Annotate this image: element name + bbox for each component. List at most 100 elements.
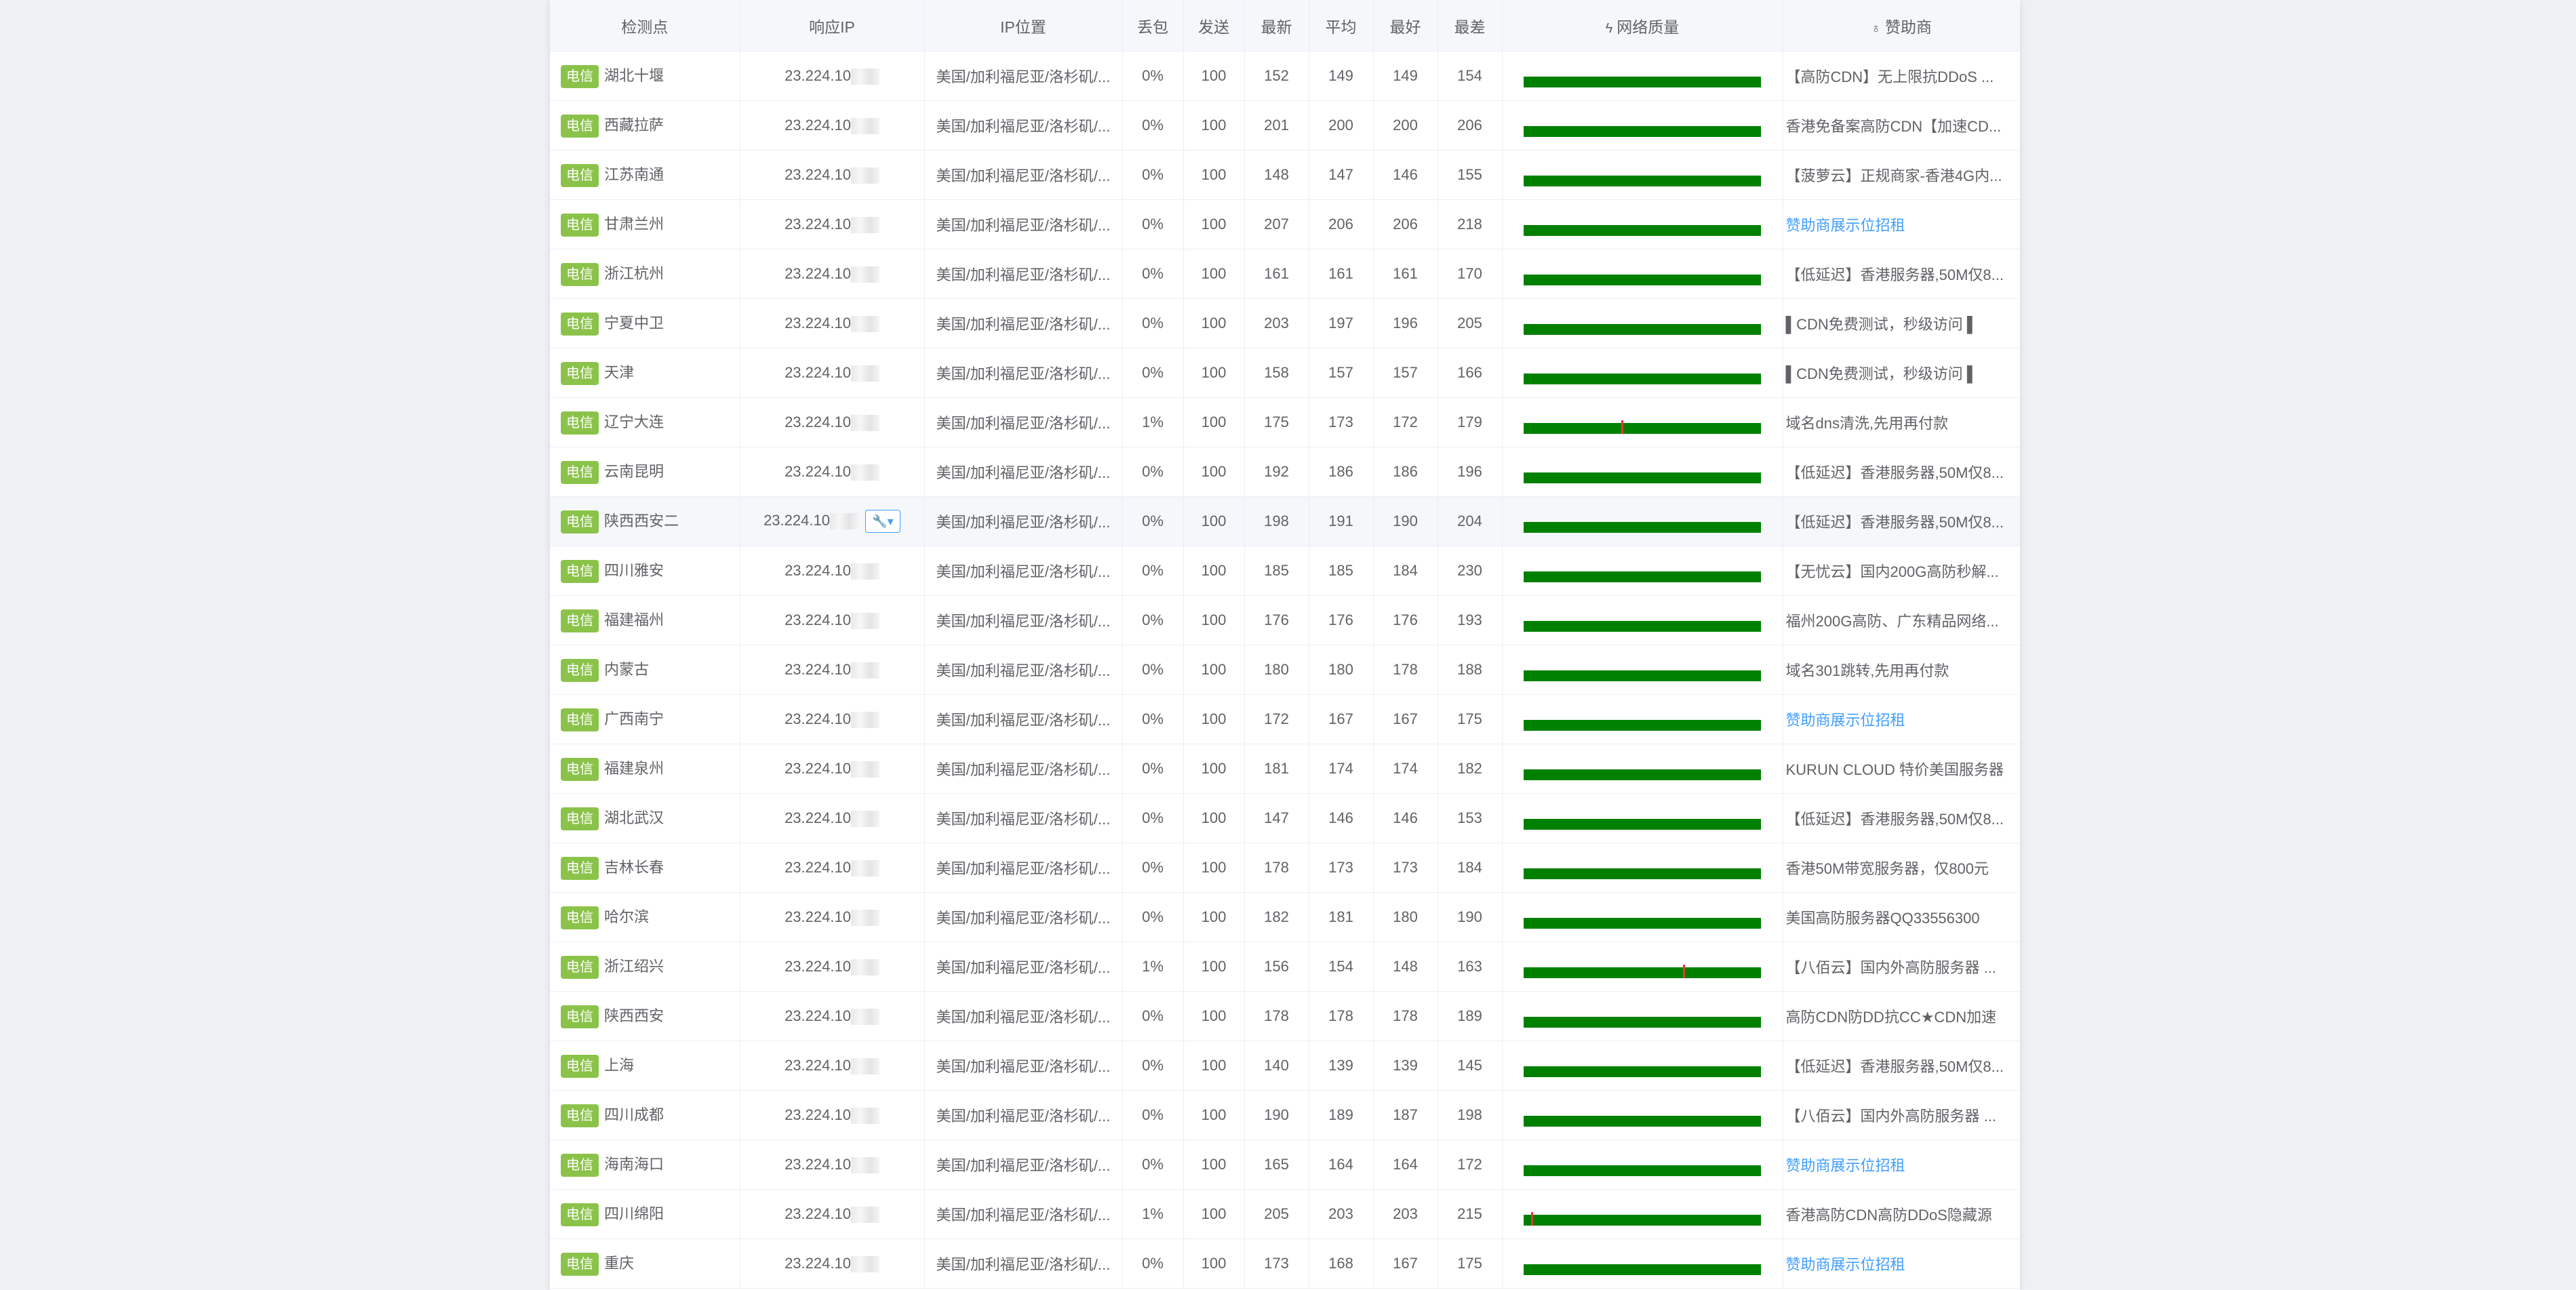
sponsor-text[interactable]: ▌CDN免费测试，秒级访问 ▌ bbox=[1786, 365, 1978, 382]
quality-bar[interactable] bbox=[1524, 569, 1761, 582]
quality-bar[interactable] bbox=[1524, 470, 1761, 483]
sponsor-link[interactable]: 赞助商展示位招租 bbox=[1786, 712, 1905, 729]
sponsor-link[interactable]: 赞助商展示位招租 bbox=[1786, 217, 1905, 234]
quality-cell[interactable] bbox=[1502, 744, 1783, 794]
sponsor-link[interactable]: 赞助商展示位招租 bbox=[1786, 1256, 1905, 1273]
sponsor-text[interactable]: 【低延迟】香港服务器,50M仅8... bbox=[1786, 266, 2004, 283]
sponsor-text[interactable]: 【低延迟】香港服务器,50M仅8... bbox=[1786, 811, 2004, 828]
quality-bar[interactable] bbox=[1524, 816, 1761, 830]
quality-bar[interactable] bbox=[1524, 1262, 1761, 1275]
sponsor-text[interactable]: 【低延迟】香港服务器,50M仅8... bbox=[1786, 514, 2004, 531]
quality-cell[interactable] bbox=[1502, 298, 1783, 348]
header-quality[interactable]: ϟ 网络质量 bbox=[1502, 0, 1783, 52]
quality-bar[interactable] bbox=[1524, 866, 1761, 879]
table-row[interactable]: 电信 辽宁大连 23.224.10 美国/加利福尼亚/洛杉矶/... 1% 100 175 1… bbox=[550, 397, 2020, 447]
quality-bar[interactable] bbox=[1524, 767, 1761, 780]
quality-cell[interactable] bbox=[1502, 1140, 1783, 1190]
quality-bar[interactable] bbox=[1524, 668, 1761, 681]
table-row[interactable]: 电信 湖北武汉 23.224.10 美国/加利福尼亚/洛杉矶/... 0% 100 147 1… bbox=[550, 793, 2020, 843]
quality-cell[interactable] bbox=[1502, 942, 1783, 992]
table-row[interactable]: 电信 福建福州 23.224.10 美国/加利福尼亚/洛杉矶/... 0% 100 176 1… bbox=[550, 595, 2020, 645]
sponsor-text[interactable]: 域名301跳转,先用再付款 bbox=[1786, 662, 1949, 679]
quality-bar[interactable] bbox=[1524, 1163, 1761, 1176]
quality-cell[interactable] bbox=[1502, 150, 1783, 200]
quality-cell[interactable] bbox=[1502, 496, 1783, 546]
quality-bar[interactable] bbox=[1524, 123, 1761, 137]
quality-cell[interactable] bbox=[1502, 546, 1783, 596]
header-sponsor[interactable]: ♁ 赞助商 bbox=[1783, 0, 2020, 52]
quality-bar[interactable] bbox=[1524, 420, 1761, 434]
wrench-dropdown-icon[interactable]: 🔧▾ bbox=[865, 510, 900, 533]
sponsor-text[interactable]: 福州200G高防、广东精品网络... bbox=[1786, 613, 1999, 630]
header-sent[interactable]: 发送 bbox=[1183, 0, 1245, 52]
sponsor-text[interactable]: KURUN CLOUD 特价美国服务器 bbox=[1786, 761, 2004, 778]
quality-bar[interactable] bbox=[1524, 717, 1761, 731]
quality-cell[interactable] bbox=[1502, 447, 1783, 497]
table-row[interactable]: 电信 江苏南通 23.224.10 美国/加利福尼亚/洛杉矶/... 0% 100 148 1… bbox=[550, 150, 2020, 200]
table-row[interactable]: 电信 重庆 23.224.10 美国/加利福尼亚/洛杉矶/... 0% 100 173 168… bbox=[550, 1238, 2020, 1289]
sponsor-text[interactable]: 【无忧云】国内200G高防秒解... bbox=[1786, 563, 1999, 580]
table-row[interactable]: 电信 云南昆明 23.224.10 美国/加利福尼亚/洛杉矶/... 0% 100 192 1… bbox=[550, 447, 2020, 497]
quality-cell[interactable] bbox=[1502, 51, 1783, 101]
quality-cell[interactable] bbox=[1502, 892, 1783, 942]
quality-bar[interactable] bbox=[1524, 1064, 1761, 1077]
header-loss[interactable]: 丢包 bbox=[1122, 0, 1184, 52]
table-row[interactable]: 电信 陕西西安二 23.224.10 🔧▾ 美国/加利福尼亚/洛杉矶/... 0% 100 1… bbox=[550, 496, 2020, 546]
table-row[interactable]: 电信 宁夏中卫 23.224.10 美国/加利福尼亚/洛杉矶/... 0% 100 203 1… bbox=[550, 298, 2020, 348]
quality-bar[interactable] bbox=[1524, 915, 1761, 929]
table-row[interactable]: 电信 甘肃兰州 23.224.10 美国/加利福尼亚/洛杉矶/... 0% 100 207 2… bbox=[550, 199, 2020, 249]
quality-cell[interactable] bbox=[1502, 843, 1783, 893]
sponsor-text[interactable]: 香港50M带宽服务器，仅800元 bbox=[1786, 860, 1989, 877]
quality-cell[interactable] bbox=[1502, 1189, 1783, 1239]
quality-bar[interactable] bbox=[1524, 371, 1761, 384]
table-row[interactable]: 电信 内蒙古 23.224.10 美国/加利福尼亚/洛杉矶/... 0% 100 180 18… bbox=[550, 645, 2020, 695]
table-row[interactable]: 电信 四川成都 23.224.10 美国/加利福尼亚/洛杉矶/... 0% 100 190 1… bbox=[550, 1090, 2020, 1140]
sponsor-text[interactable]: 美国高防服务器QQ33556300 bbox=[1786, 910, 1980, 927]
sponsor-text[interactable]: 【八佰云】国内外高防服务器 ... bbox=[1786, 1108, 1996, 1125]
quality-cell[interactable] bbox=[1502, 645, 1783, 695]
quality-cell[interactable] bbox=[1502, 991, 1783, 1041]
quality-cell[interactable] bbox=[1502, 1238, 1783, 1289]
sponsor-text[interactable]: 高防CDN防DD抗CC★CDN加速 bbox=[1786, 1009, 1997, 1026]
quality-bar[interactable] bbox=[1524, 321, 1761, 335]
quality-cell[interactable] bbox=[1502, 1090, 1783, 1140]
table-row[interactable]: 电信 四川绵阳 23.224.10 美国/加利福尼亚/洛杉矶/... 1% 100 205 2… bbox=[550, 1189, 2020, 1239]
table-row[interactable]: 电信 西藏拉萨 23.224.10 美国/加利福尼亚/洛杉矶/... 0% 100 201 2… bbox=[550, 100, 2020, 150]
quality-bar[interactable] bbox=[1524, 519, 1761, 533]
quality-cell[interactable] bbox=[1502, 348, 1783, 398]
sponsor-link[interactable]: 赞助商展示位招租 bbox=[1786, 1157, 1905, 1174]
quality-bar[interactable] bbox=[1524, 1212, 1761, 1226]
table-row[interactable]: 电信 四川雅安 23.224.10 美国/加利福尼亚/洛杉矶/... 0% 100 185 1… bbox=[550, 546, 2020, 596]
header-avg[interactable]: 平均 bbox=[1309, 0, 1374, 52]
quality-bar[interactable] bbox=[1524, 222, 1761, 236]
quality-bar[interactable] bbox=[1524, 1113, 1761, 1127]
header-best[interactable]: 最好 bbox=[1373, 0, 1438, 52]
header-ip[interactable]: 响应IP bbox=[740, 0, 925, 52]
quality-bar[interactable] bbox=[1524, 1014, 1761, 1028]
quality-cell[interactable] bbox=[1502, 694, 1783, 744]
quality-cell[interactable] bbox=[1502, 199, 1783, 249]
quality-bar[interactable] bbox=[1524, 618, 1761, 632]
table-row[interactable]: 电信 广西南宁 23.224.10 美国/加利福尼亚/洛杉矶/... 0% 100 172 1… bbox=[550, 694, 2020, 744]
table-row[interactable]: 电信 湖北十堰 23.224.10 美国/加利福尼亚/洛杉矶/... 0% 100 152 1… bbox=[550, 51, 2020, 101]
table-row[interactable]: 电信 上海 23.224.10 美国/加利福尼亚/洛杉矶/... 0% 100 140 139… bbox=[550, 1041, 2020, 1091]
sponsor-text[interactable]: 香港免备案高防CDN【加速CD... bbox=[1786, 118, 2002, 135]
sponsor-text[interactable]: 域名dns清洗,先用再付款 bbox=[1786, 415, 1949, 432]
table-row[interactable]: 电信 哈尔滨 23.224.10 美国/加利福尼亚/洛杉矶/... 0% 100 182 18… bbox=[550, 892, 2020, 942]
table-row[interactable]: 电信 吉林长春 23.224.10 美国/加利福尼亚/洛杉矶/... 0% 100 178 1… bbox=[550, 843, 2020, 893]
quality-cell[interactable] bbox=[1502, 1041, 1783, 1091]
quality-bar[interactable] bbox=[1524, 272, 1761, 285]
sponsor-text[interactable]: 【低延迟】香港服务器,50M仅8... bbox=[1786, 464, 2004, 481]
quality-cell[interactable] bbox=[1502, 397, 1783, 447]
quality-bar[interactable] bbox=[1524, 74, 1761, 87]
quality-bar[interactable] bbox=[1524, 173, 1761, 186]
sponsor-text[interactable]: 【八佰云】国内外高防服务器 ... bbox=[1786, 959, 1996, 976]
table-row[interactable]: 电信 福建泉州 23.224.10 美国/加利福尼亚/洛杉矶/... 0% 100 181 1… bbox=[550, 744, 2020, 794]
header-node[interactable]: 检测点 bbox=[550, 0, 740, 52]
header-location[interactable]: IP位置 bbox=[924, 0, 1123, 52]
table-row[interactable]: 电信 浙江绍兴 23.224.10 美国/加利福尼亚/洛杉矶/... 1% 100 156 1… bbox=[550, 942, 2020, 992]
sponsor-text[interactable]: ▌CDN免费测试，秒级访问 ▌ bbox=[1786, 316, 1978, 333]
table-row[interactable]: 电信 天津 23.224.10 美国/加利福尼亚/洛杉矶/... 0% 100 158 157… bbox=[550, 348, 2020, 398]
quality-bar[interactable] bbox=[1524, 965, 1761, 978]
quality-cell[interactable] bbox=[1502, 595, 1783, 645]
